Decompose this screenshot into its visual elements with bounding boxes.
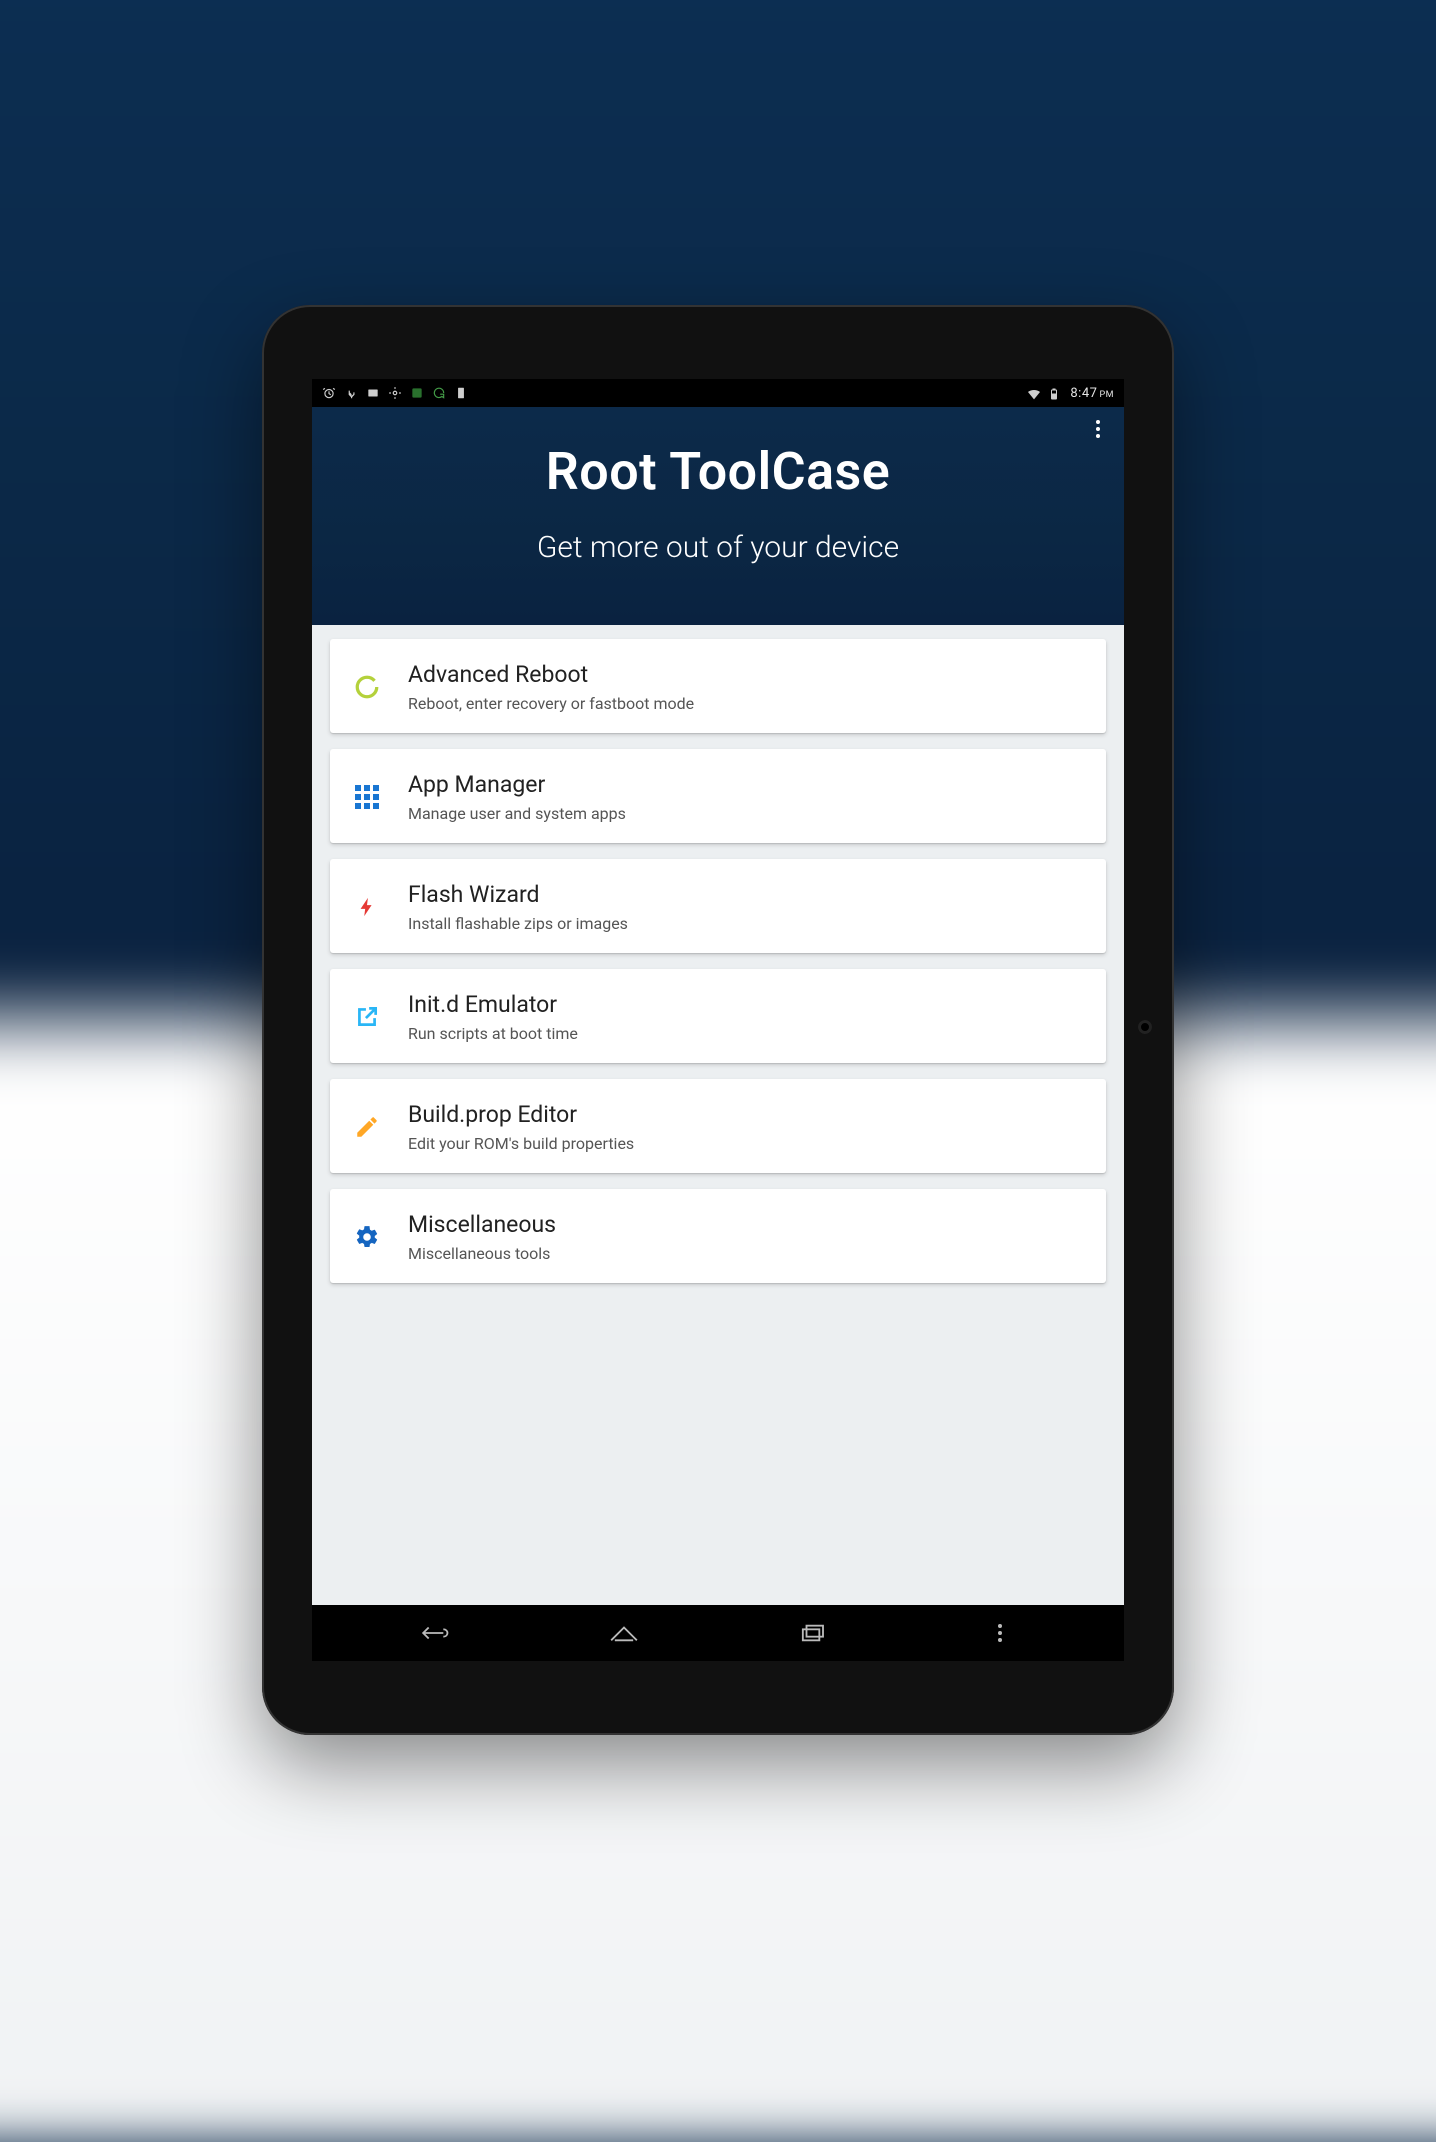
menu-item-flash-wizard[interactable]: Flash Wizard Install flashable zips or i… <box>330 859 1106 953</box>
status-bar: 8:47PM <box>312 379 1124 407</box>
menu-item-app-manager[interactable]: App Manager Manage user and system apps <box>330 749 1106 843</box>
nav-overflow-button[interactable] <box>978 1611 1022 1655</box>
menu-item-title: Advanced Reboot <box>408 661 1086 688</box>
menu-list: Advanced Reboot Reboot, enter recovery o… <box>312 625 1124 1605</box>
menu-item-buildprop-editor[interactable]: Build.prop Editor Edit your ROM's build … <box>330 1079 1106 1173</box>
clock-period: PM <box>1099 390 1114 400</box>
sync-icon <box>432 386 446 400</box>
menu-item-title: Init.d Emulator <box>408 991 1086 1018</box>
location-icon <box>388 386 402 400</box>
status-left <box>322 386 468 400</box>
clock: 8:47PM <box>1070 386 1114 401</box>
reboot-icon <box>352 672 382 702</box>
alarm-icon <box>322 386 336 400</box>
menu-item-miscellaneous[interactable]: Miscellaneous Miscellaneous tools <box>330 1189 1106 1283</box>
menu-item-initd-emulator[interactable]: Init.d Emulator Run scripts at boot time <box>330 969 1106 1063</box>
menu-item-title: Miscellaneous <box>408 1211 1086 1238</box>
storage-icon <box>454 386 468 400</box>
overflow-icon <box>1096 420 1100 438</box>
clock-time: 8:47 <box>1070 386 1097 401</box>
menu-item-subtitle: Install flashable zips or images <box>408 914 1086 933</box>
apps-icon <box>352 782 382 812</box>
app-title: Root ToolCase <box>330 441 1106 502</box>
notification-icon <box>366 386 380 400</box>
overflow-icon <box>998 1624 1002 1642</box>
menu-item-subtitle: Run scripts at boot time <box>408 1024 1086 1043</box>
usb-icon <box>344 386 358 400</box>
navigation-bar <box>312 1605 1124 1661</box>
edit-icon <box>352 1112 382 1142</box>
launch-icon <box>352 1002 382 1032</box>
device-screen: 8:47PM Root ToolCase Get more out of you… <box>312 379 1124 1661</box>
home-button[interactable] <box>602 1611 646 1655</box>
status-right: 8:47PM <box>1026 386 1114 401</box>
flash-icon <box>352 892 382 922</box>
wifi-icon <box>1026 386 1040 400</box>
app-icon <box>410 386 424 400</box>
tablet-frame: 8:47PM Root ToolCase Get more out of you… <box>262 305 1174 1735</box>
menu-item-title: Flash Wizard <box>408 881 1086 908</box>
menu-item-subtitle: Manage user and system apps <box>408 804 1086 823</box>
app-subtitle: Get more out of your device <box>330 530 1106 565</box>
battery-icon <box>1048 386 1062 400</box>
menu-item-advanced-reboot[interactable]: Advanced Reboot Reboot, enter recovery o… <box>330 639 1106 733</box>
gear-icon <box>352 1222 382 1252</box>
back-button[interactable] <box>414 1611 458 1655</box>
menu-item-subtitle: Miscellaneous tools <box>408 1244 1086 1263</box>
tablet-camera <box>1138 1020 1152 1034</box>
menu-item-subtitle: Edit your ROM's build properties <box>408 1134 1086 1153</box>
app-header: Root ToolCase Get more out of your devic… <box>312 407 1124 625</box>
menu-item-subtitle: Reboot, enter recovery or fastboot mode <box>408 694 1086 713</box>
menu-item-title: App Manager <box>408 771 1086 798</box>
recents-button[interactable] <box>790 1611 834 1655</box>
menu-item-title: Build.prop Editor <box>408 1101 1086 1128</box>
overflow-menu-button[interactable] <box>1086 417 1110 441</box>
